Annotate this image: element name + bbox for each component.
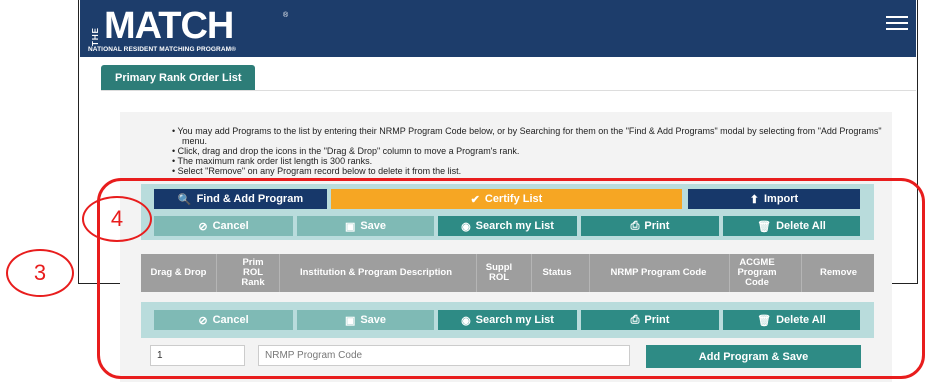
instruction-item: You may add Programs to the list by ente… xyxy=(172,126,892,146)
tab-divider xyxy=(101,90,916,91)
logo-the: THE xyxy=(91,27,100,46)
instruction-item: Click, drag and drop the icons in the "D… xyxy=(172,146,892,156)
logo-match: MATCH xyxy=(104,5,234,47)
annotation-box xyxy=(97,178,925,379)
instruction-item: The maximum rank order list length is 30… xyxy=(172,156,892,166)
logo-registered: ® xyxy=(283,12,289,19)
logo-subtitle: NATIONAL RESIDENT MATCHING PROGRAM® xyxy=(88,46,237,53)
callout-4: 4 xyxy=(82,196,152,242)
tab-primary-rank-order-list[interactable]: Primary Rank Order List xyxy=(101,65,255,91)
instruction-item: Select "Remove" on any Program record be… xyxy=(172,166,892,176)
instructions-list: You may add Programs to the list by ente… xyxy=(172,126,892,176)
hamburger-icon[interactable] xyxy=(886,16,908,32)
callout-3: 3 xyxy=(6,249,74,297)
